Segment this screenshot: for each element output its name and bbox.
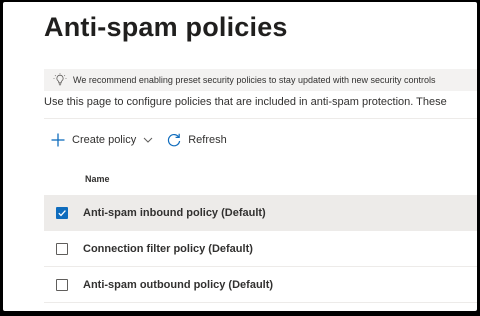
lightbulb-icon	[53, 73, 67, 86]
refresh-button[interactable]: Refresh	[166, 132, 227, 148]
chevron-down-icon	[143, 137, 153, 143]
create-policy-label: Create policy	[72, 134, 137, 146]
banner-text: We recommend enabling preset security po…	[73, 75, 436, 85]
policy-name[interactable]: Anti-spam outbound policy (Default)	[83, 279, 273, 291]
refresh-icon	[168, 133, 181, 147]
table-row[interactable]: Anti-spam outbound policy (Default)	[44, 267, 477, 303]
checkmark-icon	[58, 209, 66, 216]
recommendation-banner: We recommend enabling preset security po…	[44, 69, 477, 91]
row-checkbox[interactable]	[56, 278, 68, 291]
page-frame: Anti-spam policies We recommend enabling…	[3, 2, 477, 311]
row-checkbox[interactable]	[56, 242, 68, 255]
plus-icon	[51, 133, 65, 147]
policy-name[interactable]: Connection filter policy (Default)	[83, 243, 253, 255]
table-row[interactable]: Connection filter policy (Default)	[44, 231, 477, 267]
column-header-name[interactable]: Name	[85, 174, 110, 184]
create-policy-button[interactable]: Create policy	[44, 132, 154, 148]
divider	[44, 118, 477, 119]
intro-text: Use this page to configure policies that…	[44, 96, 447, 108]
page-title: Anti-spam policies	[44, 12, 288, 42]
policy-name[interactable]: Anti-spam inbound policy (Default)	[83, 207, 266, 219]
table-row[interactable]: Anti-spam inbound policy (Default)	[44, 195, 477, 231]
refresh-label: Refresh	[188, 134, 227, 146]
toolbar: Create policy Refresh	[44, 129, 227, 151]
row-checkbox[interactable]	[56, 206, 68, 219]
